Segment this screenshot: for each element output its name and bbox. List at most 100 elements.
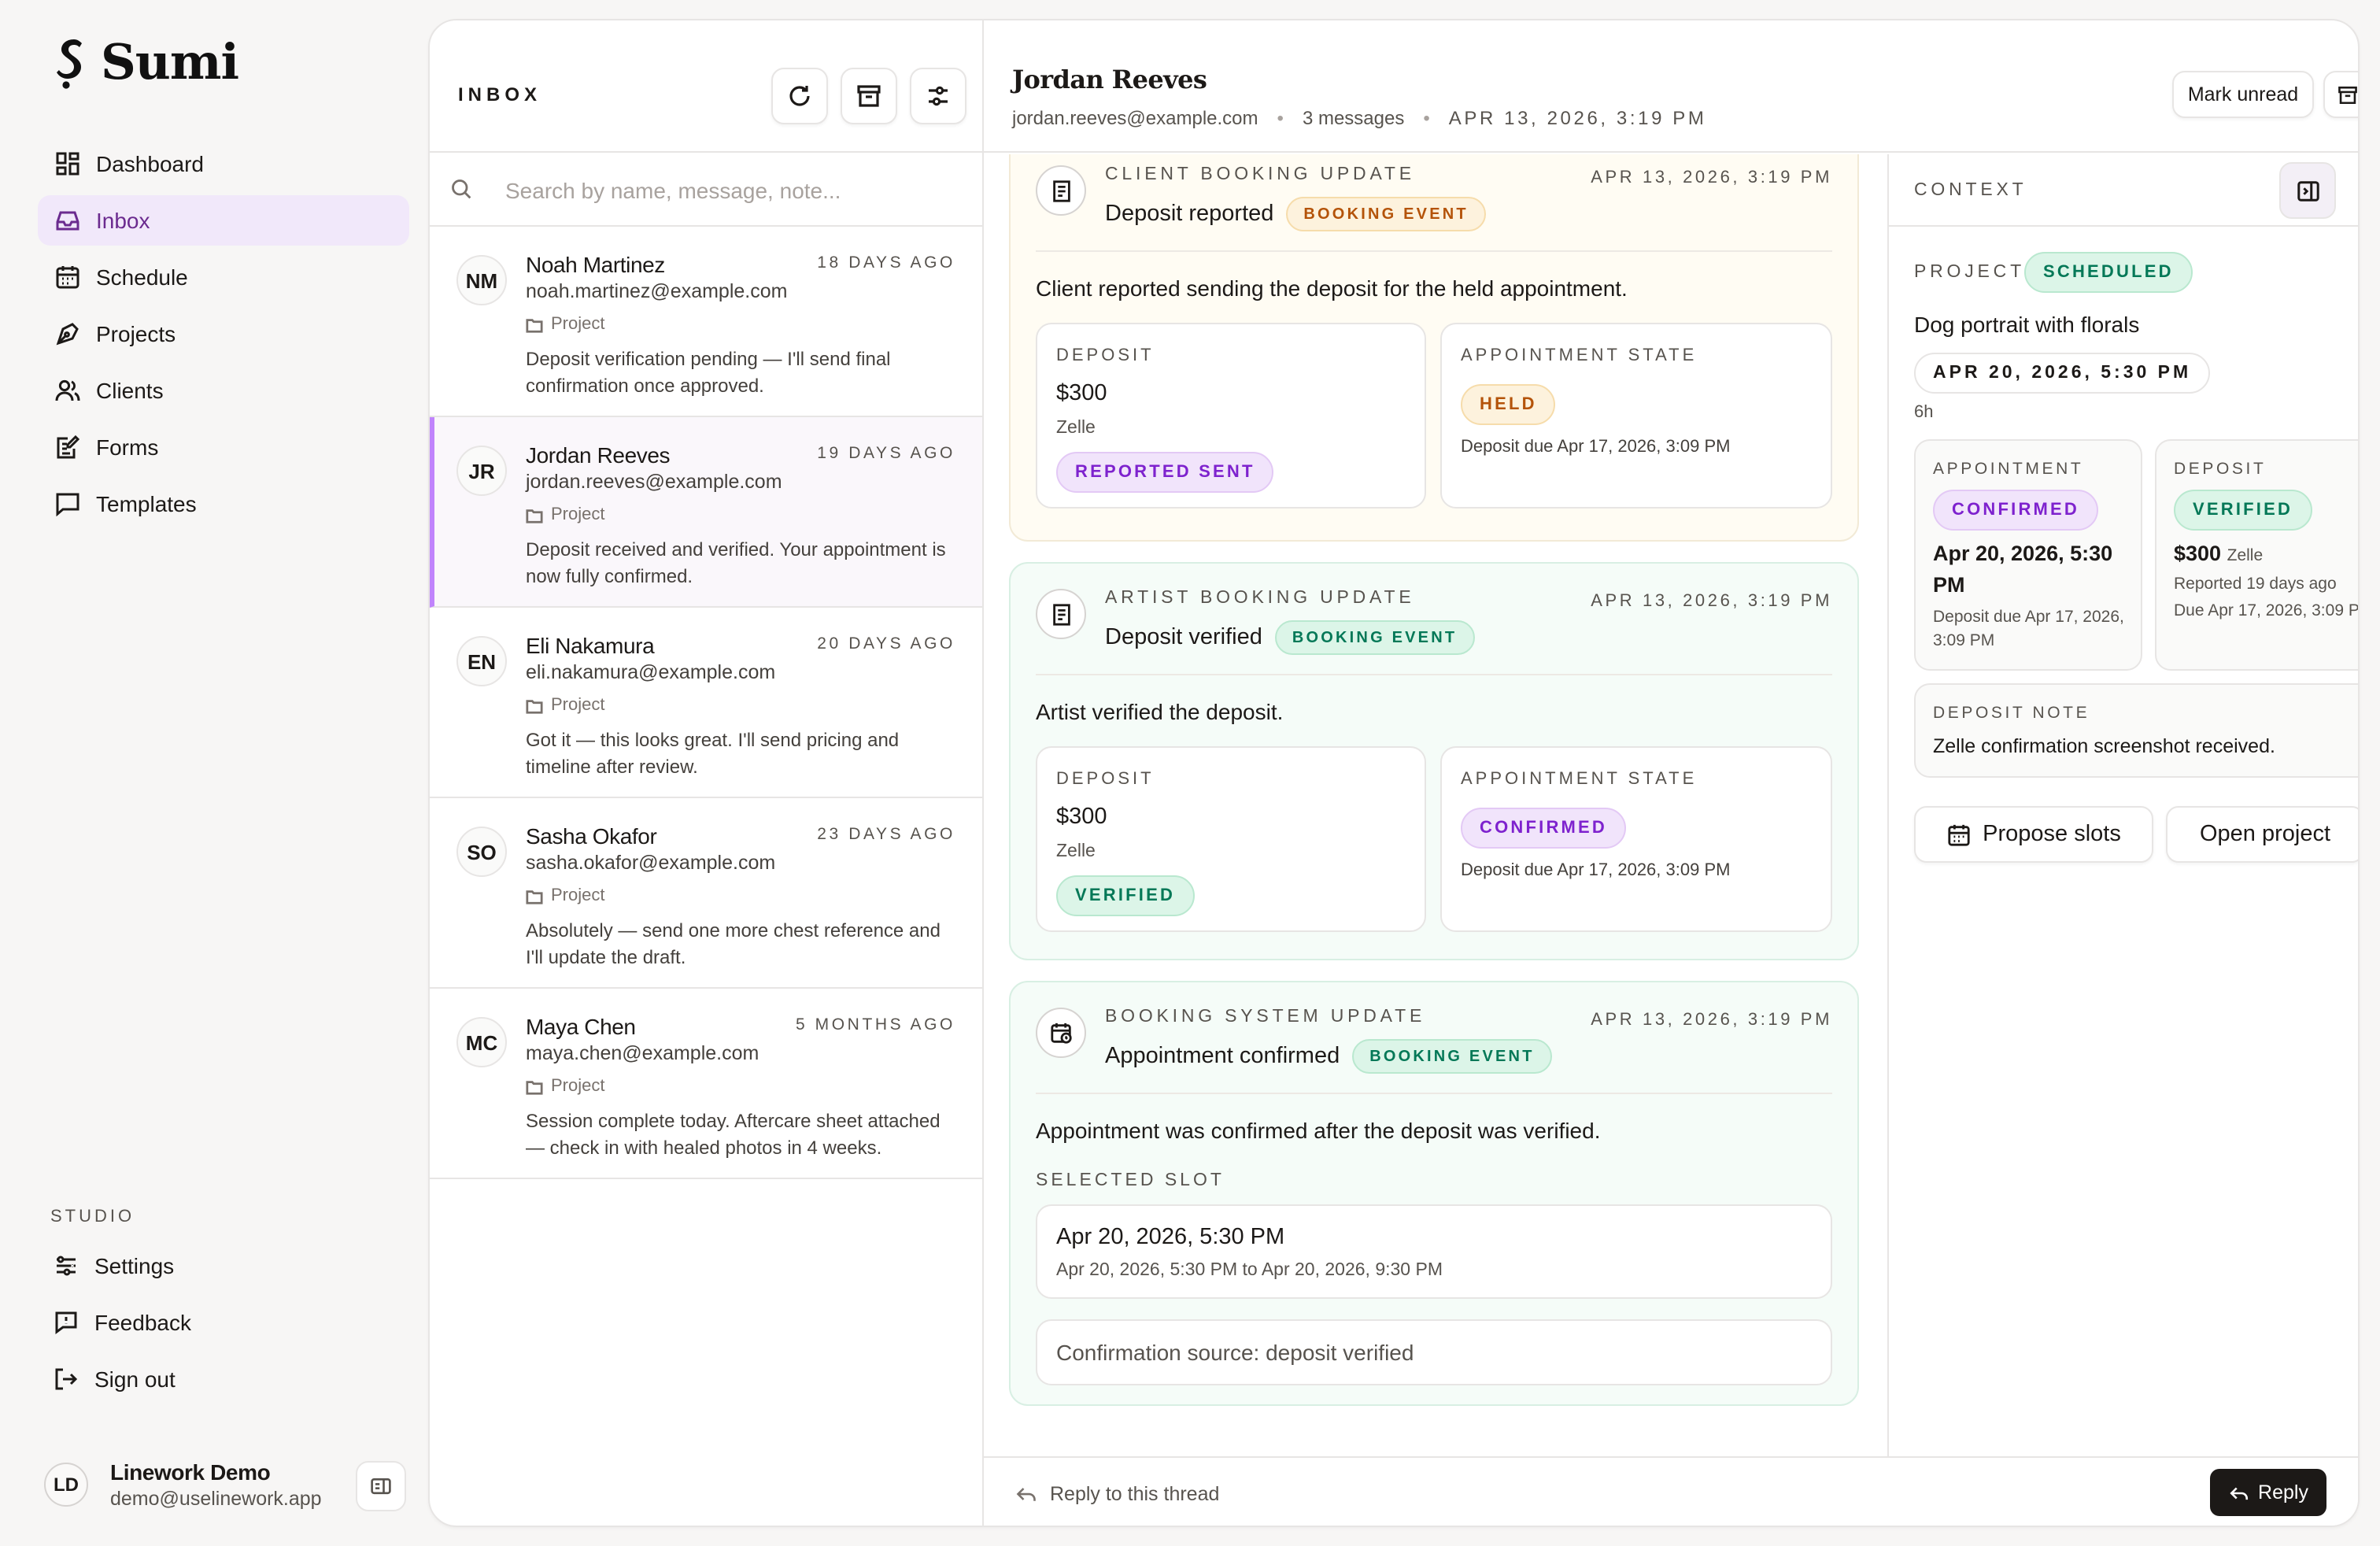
user-profile[interactable]: LD Linework Demo demo@uselinework.app [44, 1452, 409, 1518]
project-label: PROJECT [1914, 263, 2025, 282]
event-title-row: Deposit verified BOOKING EVENT [1105, 620, 1475, 655]
event-title: Deposit verified [1105, 625, 1262, 650]
event-badge: BOOKING EVENT [1274, 620, 1475, 655]
appointment-card: APPOINTMENT CONFIRMED Apr 20, 2026, 5:30… [1914, 439, 2142, 671]
thread-tag: Project [526, 315, 605, 334]
sumi-logo-icon [57, 39, 82, 89]
search-input[interactable] [505, 165, 962, 216]
event-card: BOOKING SYSTEM UPDATE APR 13, 2026, 3:19… [1009, 981, 1859, 1406]
nav-label: Feedback [94, 1310, 191, 1335]
nav-item-projects[interactable]: Projects [38, 309, 409, 359]
nav-item-clients[interactable]: Clients [38, 365, 409, 416]
nav-item-templates[interactable]: Templates [38, 479, 409, 529]
nav-item-inbox[interactable]: Inbox [38, 195, 409, 246]
state-note: Deposit due Apr 17, 2026, 3:09 PM [1461, 861, 1731, 880]
conversation: Jordan Reeves jordan.reeves@example.com … [984, 20, 2358, 1526]
thread-name: Jordan Reeves [526, 442, 671, 468]
appointment-datetime: Apr 20, 2026, 5:30 PM [1933, 542, 2113, 597]
nav-item-sign-out[interactable]: Sign out [38, 1354, 409, 1404]
form-icon [57, 435, 80, 459]
calendar-clock-icon [1036, 1008, 1086, 1058]
refresh-button[interactable] [771, 68, 828, 124]
conversation-timestamp: APR 13, 2026, 3:19 PM [1448, 107, 1707, 129]
deposit-box: DEPOSIT $300 Zelle REPORTED SENT [1036, 323, 1426, 509]
thread-tag-label: Project [551, 1077, 605, 1096]
thread-tag-label: Project [551, 696, 605, 715]
state-label: APPOINTMENT STATE [1461, 770, 1698, 789]
filter-sliders-icon [929, 86, 948, 106]
deposit-label: DEPOSIT [1056, 346, 1155, 365]
deposit-label: DEPOSIT [2174, 460, 2267, 479]
nav-label: Templates [96, 491, 197, 516]
event-time: APR 13, 2026, 3:19 PM [1591, 592, 1832, 611]
thread-name: Sasha Okafor [526, 823, 657, 849]
avatar: EN [456, 636, 507, 686]
nav-item-feedback[interactable]: Feedback [38, 1297, 409, 1348]
thread-item-selected[interactable]: JR Jordan Reeves 19 DAYS AGO jordan.reev… [430, 417, 982, 608]
propose-slots-button[interactable]: Propose slots [1914, 806, 2153, 863]
slot-datetime: Apr 20, 2026, 5:30 PM [1056, 1225, 1285, 1250]
thread-preview: Session complete today. Aftercare sheet … [526, 1110, 941, 1159]
folder-icon [526, 509, 543, 523]
reply-hint-label: Reply to this thread [1050, 1483, 1220, 1505]
open-project-button[interactable]: Open project [2166, 806, 2358, 863]
user-name: Linework Demo [110, 1459, 271, 1485]
event-title-row: Deposit reported BOOKING EVENT [1105, 197, 1486, 231]
selected-slot-box: Apr 20, 2026, 5:30 PM Apr 20, 2026, 5:30… [1036, 1204, 1832, 1299]
deposit-label: DEPOSIT [1056, 770, 1155, 789]
confirmation-source: Confirmation source: deposit verified [1056, 1340, 1414, 1365]
collapse-context-button[interactable] [2279, 162, 2336, 219]
context-header: CONTEXT [1889, 154, 2358, 227]
thread-tag: Project [526, 505, 605, 524]
archive-icon [857, 85, 881, 107]
divider [1036, 674, 1832, 675]
thread-tag-label: Project [551, 886, 605, 905]
thread-item[interactable]: SO Sasha Okafor 23 DAYS AGO sasha.okafor… [430, 798, 982, 989]
reply-arrow-icon [2229, 1486, 2248, 1500]
project-status-badge: SCHEDULED [2024, 252, 2193, 293]
thread-item[interactable]: NM Noah Martinez 18 DAYS AGO noah.martin… [430, 227, 982, 417]
folder-icon [526, 890, 543, 904]
refresh-icon [789, 86, 810, 106]
thread-item[interactable]: MC Maya Chen 5 MONTHS AGO maya.chen@exam… [430, 989, 982, 1179]
studio-section-label: STUDIO [50, 1208, 135, 1226]
sidebar: Sumi Dashboard Inbox Schedule Projects C… [0, 0, 428, 1546]
nav-item-schedule[interactable]: Schedule [38, 252, 409, 302]
thread-email: sasha.okafor@example.com [526, 852, 776, 874]
thread-time: 20 DAYS AGO [817, 634, 955, 653]
propose-slots-label: Propose slots [1983, 822, 2121, 847]
message-icon [56, 493, 79, 516]
panel-right-icon [2297, 180, 2319, 201]
event-card: CLIENT BOOKING UPDATE APR 13, 2026, 3:19… [1009, 154, 1859, 542]
archive-button[interactable] [841, 68, 897, 124]
deposit-amount: $300 [2174, 542, 2222, 565]
collapse-sidebar-button[interactable] [356, 1461, 406, 1511]
archive-thread-button[interactable] [2323, 71, 2358, 118]
brand-logo[interactable]: Sumi [54, 35, 239, 91]
avatar: NM [456, 255, 507, 305]
state-label: APPOINTMENT STATE [1461, 346, 1698, 365]
user-email: demo@uselinework.app [110, 1488, 322, 1510]
user-info: Linework Demo demo@uselinework.app [110, 1459, 322, 1510]
thread-email: maya.chen@example.com [526, 1042, 759, 1064]
reply-button-label: Reply [2258, 1481, 2308, 1503]
nav-item-dashboard[interactable]: Dashboard [38, 139, 409, 189]
avatar: JR [456, 446, 507, 496]
event-time: APR 13, 2026, 3:19 PM [1591, 168, 1832, 187]
reply-hint[interactable]: Reply to this thread [1015, 1483, 1219, 1505]
thread-item[interactable]: EN Eli Nakamura 20 DAYS AGO eli.nakamura… [430, 608, 982, 798]
deposit-amount-row: $300 Zelle [2174, 538, 2263, 571]
mark-unread-button[interactable]: Mark unread [2172, 71, 2314, 118]
avatar: LD [44, 1463, 88, 1507]
filter-button[interactable] [910, 68, 966, 124]
search-icon [452, 179, 471, 199]
inbox-icon [56, 211, 79, 231]
deposit-status-badge: VERIFIED [1056, 875, 1195, 916]
nav-item-settings[interactable]: Settings [38, 1241, 409, 1291]
deposit-method: Zelle [1056, 842, 1096, 861]
reply-button[interactable]: Reply [2210, 1469, 2326, 1516]
receipt-icon [1036, 165, 1086, 216]
message-feed: CLIENT BOOKING UPDATE APR 13, 2026, 3:19… [984, 154, 1887, 1456]
thread-time: 18 DAYS AGO [817, 253, 955, 272]
nav-item-forms[interactable]: Forms [38, 422, 409, 472]
